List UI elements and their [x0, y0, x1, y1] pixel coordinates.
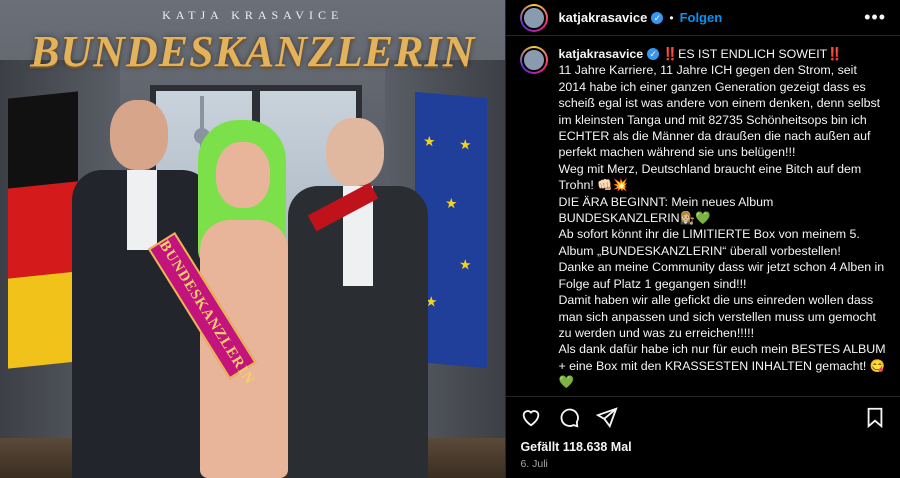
action-bar — [520, 404, 886, 430]
header-username[interactable]: katjakrasavice — [558, 10, 647, 25]
divider — [506, 396, 900, 397]
share-icon[interactable] — [596, 406, 619, 428]
comment-icon[interactable] — [558, 406, 580, 428]
bookmark-icon[interactable] — [864, 406, 886, 428]
avatar[interactable] — [520, 3, 549, 32]
caption-area: katjakrasavice ✓ ‼️ES IST ENDLICH SOWEIT‼… — [520, 46, 886, 394]
german-flag — [8, 91, 78, 369]
follow-button[interactable]: Folgen — [680, 10, 723, 25]
caption-text: ‼️ES IST ENDLICH SOWEIT‼️ 11 Jahre Karri… — [558, 47, 886, 394]
separator-dot: • — [669, 10, 674, 25]
cover-figure-right — [288, 118, 428, 478]
verified-badge-icon: ✓ — [647, 48, 660, 60]
caption-avatar[interactable] — [520, 46, 549, 74]
post-panel: katjakrasavice ✓ • Folgen ••• katjakrasa… — [505, 0, 900, 478]
post-image[interactable]: ★ ★ ★ ★ ★ BUNDESKANZLERIN KATJA KRASAVIC… — [0, 0, 506, 478]
post-caption: katjakrasavice ✓ ‼️ES IST ENDLICH SOWEIT‼… — [558, 46, 886, 394]
cover-title: BUNDESKANZLERIN — [30, 27, 476, 76]
heart-icon[interactable] — [520, 406, 542, 428]
post-header: katjakrasavice ✓ • Folgen ••• — [506, 0, 900, 36]
post-date: 6. Juli — [520, 458, 548, 470]
post-viewer: ★ ★ ★ ★ ★ BUNDESKANZLERIN KATJA KRASAVIC… — [0, 0, 900, 478]
verified-badge-icon: ✓ — [651, 11, 664, 24]
more-options-icon[interactable]: ••• — [864, 7, 886, 28]
cover-brand: KATJA KRASAVICE — [162, 8, 344, 22]
caption-username[interactable]: katjakrasavice — [558, 47, 643, 61]
like-count[interactable]: Gefällt 118.638 Mal — [520, 440, 631, 454]
